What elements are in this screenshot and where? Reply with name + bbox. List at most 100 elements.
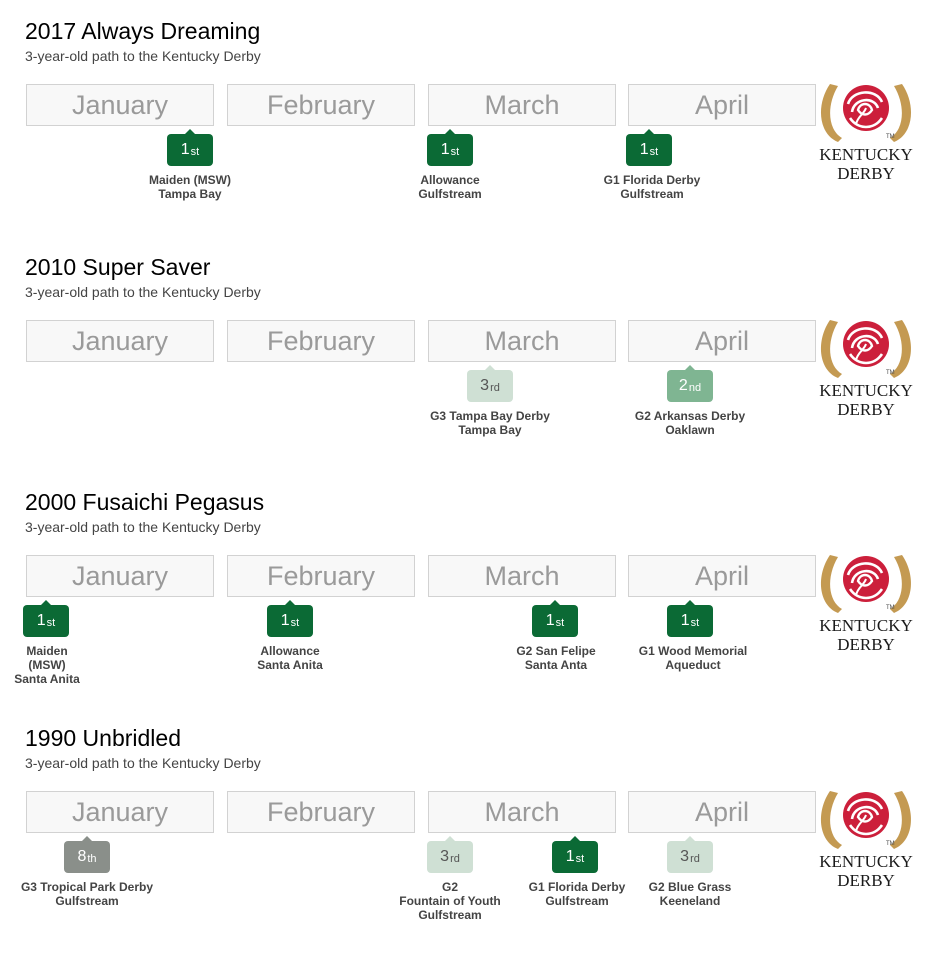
place-number: 8 bbox=[77, 848, 87, 865]
kentucky-derby-logo: TM KENTUCKY DERBY bbox=[808, 549, 924, 657]
race-badge: 1st bbox=[532, 600, 578, 637]
month-february: February bbox=[227, 320, 415, 362]
race-track: Gulfstream bbox=[620, 187, 684, 201]
place-suffix: st bbox=[190, 145, 200, 158]
place-suffix: nd bbox=[688, 381, 702, 394]
place-number: 1 bbox=[36, 612, 46, 629]
section-2017: 2017 Always Dreaming 3-year-old path to … bbox=[0, 0, 944, 236]
section-title: 1990 Unbridled bbox=[25, 725, 182, 751]
race-label: G1 Wood Memorial Aqueduct bbox=[613, 644, 773, 672]
race-label: Maiden (MSW) Santa Anita bbox=[0, 644, 94, 686]
place-number: 1 bbox=[639, 141, 649, 158]
rose-icon bbox=[843, 556, 889, 602]
place-number: 3 bbox=[440, 848, 450, 865]
place-number: 1 bbox=[280, 612, 290, 629]
race-badge: 3rd bbox=[667, 836, 713, 873]
logo-line2: DERBY bbox=[837, 871, 895, 890]
race-name: Allowance bbox=[420, 173, 480, 187]
race-badge: 3rd bbox=[427, 836, 473, 873]
race-name: G2 Arkansas Derby bbox=[634, 409, 746, 423]
month-february: February bbox=[227, 555, 415, 597]
month-march: March bbox=[428, 320, 616, 362]
section-title: 2017 Always Dreaming bbox=[25, 18, 261, 44]
logo-line2: DERBY bbox=[837, 400, 895, 419]
race-label: G2 Arkansas Derby Oaklawn bbox=[610, 409, 770, 437]
place-number: 1 bbox=[545, 612, 555, 629]
place-suffix: st bbox=[46, 616, 56, 629]
section-title: 2010 Super Saver bbox=[25, 254, 211, 280]
place-suffix: rd bbox=[450, 852, 460, 865]
race-name: G1 Florida Derby bbox=[603, 173, 701, 187]
race-name: Maiden bbox=[26, 644, 68, 658]
race-name: G2 San Felipe bbox=[516, 644, 596, 658]
kentucky-derby-logo: TM KENTUCKY DERBY bbox=[808, 785, 924, 893]
logo-line2: DERBY bbox=[837, 635, 895, 654]
race-label: G3 Tropical Park Derby Gulfstream bbox=[7, 880, 167, 908]
race-badge: 1st bbox=[667, 600, 713, 637]
race-track: Santa Anita bbox=[257, 658, 323, 672]
place-suffix: st bbox=[690, 616, 700, 629]
logo-tm: TM bbox=[886, 605, 895, 611]
section-subtitle: 3-year-old path to the Kentucky Derby bbox=[25, 519, 261, 535]
month-april: April bbox=[628, 555, 816, 597]
section-subtitle: 3-year-old path to the Kentucky Derby bbox=[25, 755, 261, 771]
place-suffix: st bbox=[555, 616, 565, 629]
race-badge: 1st bbox=[23, 600, 69, 637]
logo-tm: TM bbox=[886, 841, 895, 847]
month-march: March bbox=[428, 555, 616, 597]
race-track: Aqueduct bbox=[665, 658, 721, 672]
place-number: 1 bbox=[440, 141, 450, 158]
section-subtitle: 3-year-old path to the Kentucky Derby bbox=[25, 48, 261, 64]
race-name: G1 Wood Memorial bbox=[638, 644, 748, 658]
race-badge: 1st bbox=[626, 129, 672, 166]
logo-line1: KENTUCKY bbox=[819, 852, 913, 871]
race-name: G2 Blue Grass bbox=[648, 880, 732, 894]
race-badge: 1st bbox=[427, 129, 473, 166]
race-track: Tampa Bay bbox=[458, 423, 522, 437]
race-track: Gulfstream bbox=[418, 187, 482, 201]
race-label: Allowance Santa Anita bbox=[210, 644, 370, 672]
month-march: March bbox=[428, 84, 616, 126]
logo-line1: KENTUCKY bbox=[819, 145, 913, 164]
place-number: 1 bbox=[680, 612, 690, 629]
race-track: Tampa Bay bbox=[158, 187, 222, 201]
logo-line1: KENTUCKY bbox=[819, 616, 913, 635]
section-2010: 2010 Super Saver 3-year-old path to the … bbox=[0, 236, 944, 472]
race-type: (MSW) bbox=[28, 658, 66, 672]
race-label: Maiden (MSW) Tampa Bay bbox=[110, 173, 270, 201]
place-number: 1 bbox=[565, 848, 575, 865]
race-name: Allowance bbox=[260, 644, 320, 658]
month-february: February bbox=[227, 791, 415, 833]
logo-tm: TM bbox=[886, 134, 895, 140]
place-suffix: rd bbox=[490, 381, 500, 394]
month-january: January bbox=[26, 791, 214, 833]
race-name: Maiden (MSW) bbox=[149, 173, 231, 187]
rose-icon bbox=[843, 792, 889, 838]
month-january: January bbox=[26, 320, 214, 362]
race-badge: 1st bbox=[552, 836, 598, 873]
race-track: Santa Anita bbox=[14, 672, 80, 686]
race-label: G1 Florida Derby Gulfstream bbox=[572, 173, 732, 201]
race-label: G2 Blue Grass Keeneland bbox=[610, 880, 770, 908]
place-number: 3 bbox=[680, 848, 690, 865]
month-january: January bbox=[26, 555, 214, 597]
race-label: G2 San Felipe Santa Anta bbox=[476, 644, 636, 672]
kentucky-derby-logo: TM KENTUCKY DERBY bbox=[808, 78, 924, 186]
logo-line1: KENTUCKY bbox=[819, 381, 913, 400]
race-name: G3 Tampa Bay Derby bbox=[430, 409, 550, 423]
section-2000: 2000 Fusaichi Pegasus 3-year-old path to… bbox=[0, 471, 944, 707]
place-number: 1 bbox=[180, 141, 190, 158]
place-number: 2 bbox=[678, 377, 688, 394]
race-badge: 1st bbox=[167, 129, 213, 166]
race-label: Allowance Gulfstream bbox=[370, 173, 530, 201]
month-january: January bbox=[26, 84, 214, 126]
rose-icon bbox=[843, 85, 889, 131]
place-suffix: rd bbox=[690, 852, 700, 865]
race-track: Santa Anta bbox=[524, 658, 588, 672]
section-subtitle: 3-year-old path to the Kentucky Derby bbox=[25, 284, 261, 300]
place-suffix: st bbox=[575, 852, 585, 865]
month-march: March bbox=[428, 791, 616, 833]
month-april: April bbox=[628, 320, 816, 362]
place-suffix: th bbox=[87, 852, 97, 865]
race-badge: 8th bbox=[64, 836, 110, 873]
